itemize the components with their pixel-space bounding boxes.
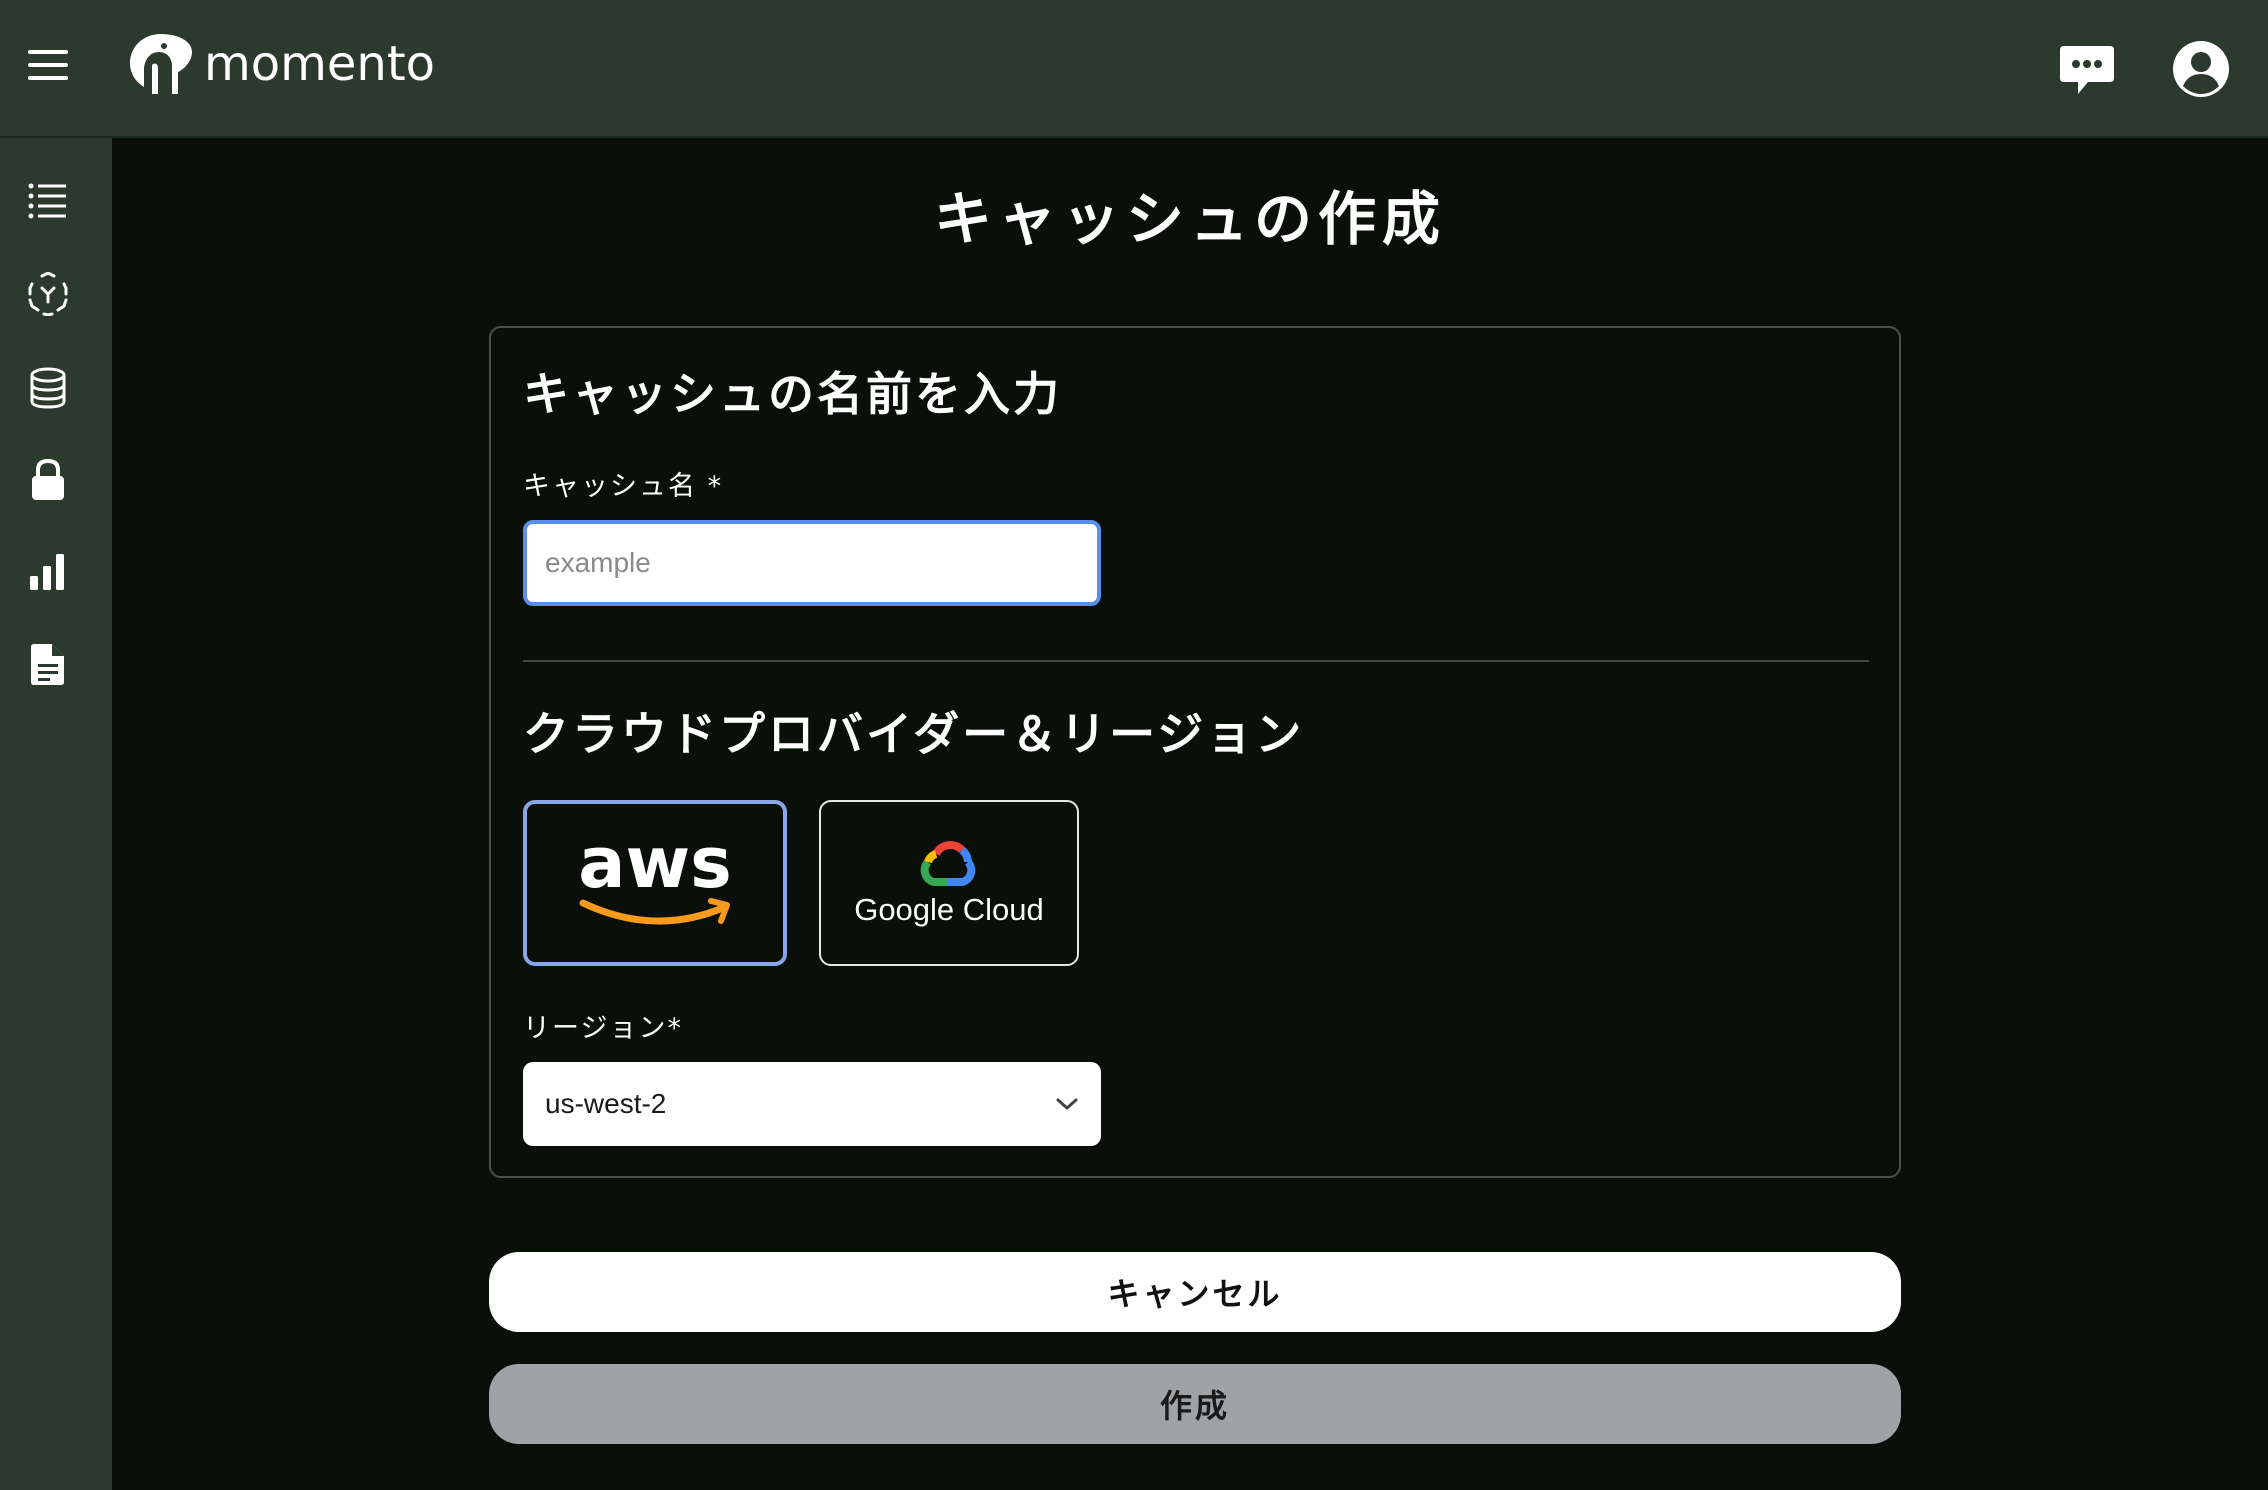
document-icon[interactable] <box>26 642 70 686</box>
cache-name-input[interactable] <box>523 520 1101 606</box>
side-navigation <box>0 138 112 1490</box>
lock-icon[interactable] <box>26 458 70 502</box>
google-cloud-icon <box>920 841 976 886</box>
database-icon[interactable] <box>26 366 70 410</box>
momento-logo[interactable]: momento <box>128 32 435 96</box>
provider-aws-option[interactable]: aws <box>523 800 787 966</box>
provider-section-title: クラウドプロバイダー＆リージョン <box>523 707 1305 761</box>
momento-logo-icon <box>130 34 192 94</box>
provider-gcp-option[interactable]: Google Cloud <box>819 800 1079 966</box>
topics-icon[interactable] <box>26 272 70 316</box>
bar-chart-icon[interactable] <box>26 550 70 594</box>
section-divider <box>523 660 1869 662</box>
page-title: キャッシュの作成 <box>933 185 1446 253</box>
create-cache-form: キャッシュの名前を入力 キャッシュ名 * クラウドプロバイダー＆リージョン aw… <box>489 326 1901 1178</box>
logo-text: momento <box>204 36 436 92</box>
account-circle-icon[interactable] <box>2170 38 2232 100</box>
create-button[interactable]: 作成 <box>489 1364 1901 1444</box>
google-cloud-label: Google Cloud <box>854 892 1044 927</box>
list-icon[interactable] <box>26 178 70 222</box>
cache-name-section-title: キャッシュの名前を入力 <box>523 367 1062 421</box>
aws-logo-text: aws <box>578 829 732 904</box>
aws-logo-icon: aws <box>578 829 732 925</box>
region-label: リージョン* <box>523 1013 683 1044</box>
cache-name-label: キャッシュ名 * <box>523 471 724 502</box>
chat-bubble-icon[interactable] <box>2056 38 2118 100</box>
cancel-button[interactable]: キャンセル <box>489 1252 1901 1332</box>
hamburger-menu-icon[interactable] <box>28 50 68 82</box>
top-bar: momento <box>0 0 2268 138</box>
chevron-down-icon <box>1056 1098 1078 1110</box>
region-select-value: us-west-2 <box>545 1088 667 1119</box>
region-select[interactable]: us-west-2 <box>523 1062 1101 1146</box>
